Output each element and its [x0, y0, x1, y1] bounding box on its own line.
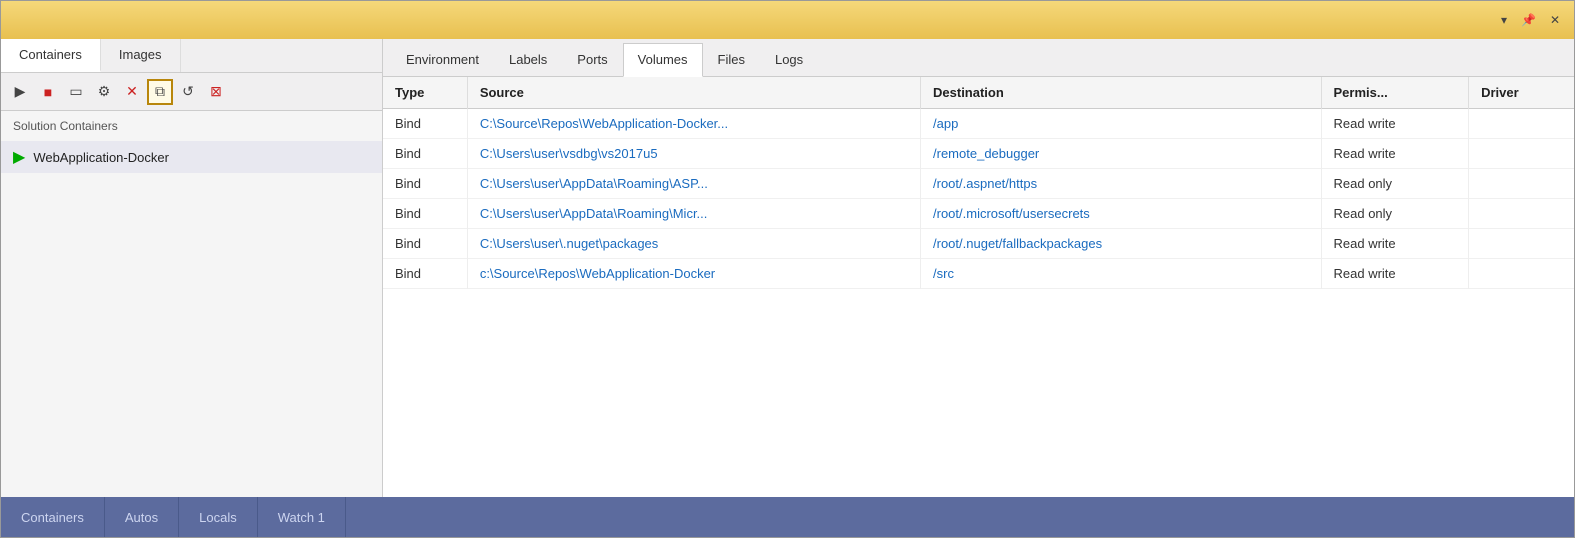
- destination-link[interactable]: /root/.nuget/fallbackpackages: [933, 236, 1102, 251]
- bottom-tab-autos[interactable]: Autos: [105, 497, 179, 537]
- cell-type: Bind: [383, 109, 467, 139]
- table-header-row: Type Source Destination Permis... Driver: [383, 77, 1574, 109]
- tab-containers[interactable]: Containers: [1, 39, 101, 72]
- left-tab-bar: Containers Images: [1, 39, 382, 73]
- cell-permissions: Read write: [1321, 109, 1469, 139]
- cell-driver: [1469, 139, 1574, 169]
- container-name: WebApplication-Docker: [33, 150, 169, 165]
- prune-button[interactable]: ⊠: [203, 79, 229, 105]
- right-tab-bar: Environment Labels Ports Volumes Files L…: [383, 39, 1574, 77]
- table-row: Bind c:\Source\Repos\WebApplication-Docke…: [383, 259, 1574, 289]
- cell-type: Bind: [383, 199, 467, 229]
- cell-source[interactable]: C:\Source\Repos\WebApplication-Docker...: [467, 109, 920, 139]
- tab-images[interactable]: Images: [101, 39, 181, 72]
- bottom-tab-containers[interactable]: Containers: [1, 497, 105, 537]
- refresh-button[interactable]: ↺: [175, 79, 201, 105]
- cell-type: Bind: [383, 169, 467, 199]
- cell-source[interactable]: C:\Users\user\.nuget\packages: [467, 229, 920, 259]
- cell-permissions: Read only: [1321, 169, 1469, 199]
- cell-permissions: Read write: [1321, 229, 1469, 259]
- source-link[interactable]: C:\Users\user\vsdbg\vs2017u5: [480, 146, 658, 161]
- col-header-type[interactable]: Type: [383, 77, 467, 109]
- play-button[interactable]: ▶: [7, 79, 33, 105]
- cell-destination[interactable]: /remote_debugger: [921, 139, 1322, 169]
- col-header-driver[interactable]: Driver: [1469, 77, 1574, 109]
- source-link[interactable]: C:\Source\Repos\WebApplication-Docker...: [480, 116, 728, 131]
- settings-button[interactable]: ⚙: [91, 79, 117, 105]
- toolbar: ▶ ■ ▭ ⚙ ✕ ⧉ ↺ ⊠: [1, 73, 382, 111]
- destination-link[interactable]: /root/.aspnet/https: [933, 176, 1037, 191]
- running-icon: ▶: [13, 147, 25, 167]
- col-header-permissions[interactable]: Permis...: [1321, 77, 1469, 109]
- source-link[interactable]: C:\Users\user\.nuget\packages: [480, 236, 658, 251]
- cell-permissions: Read write: [1321, 139, 1469, 169]
- container-item[interactable]: ▶ WebApplication-Docker: [1, 141, 382, 173]
- cell-driver: [1469, 169, 1574, 199]
- close-icon[interactable]: ✕: [1546, 11, 1564, 29]
- delete-button[interactable]: ✕: [119, 79, 145, 105]
- cell-driver: [1469, 229, 1574, 259]
- bottom-tab-locals[interactable]: Locals: [179, 497, 258, 537]
- cell-source[interactable]: C:\Users\user\AppData\Roaming\Micr...: [467, 199, 920, 229]
- cell-destination[interactable]: /src: [921, 259, 1322, 289]
- bottom-tab-watch1[interactable]: Watch 1: [258, 497, 346, 537]
- cell-driver: [1469, 109, 1574, 139]
- tab-environment[interactable]: Environment: [391, 43, 494, 76]
- pin-icon[interactable]: 📌: [1517, 11, 1540, 29]
- cell-source[interactable]: C:\Users\user\AppData\Roaming\ASP...: [467, 169, 920, 199]
- cell-destination[interactable]: /app: [921, 109, 1322, 139]
- cell-permissions: Read write: [1321, 259, 1469, 289]
- copy-button[interactable]: ⧉: [147, 79, 173, 105]
- source-link[interactable]: C:\Users\user\AppData\Roaming\Micr...: [480, 206, 708, 221]
- source-link[interactable]: c:\Source\Repos\WebApplication-Docker: [480, 266, 715, 281]
- source-link[interactable]: C:\Users\user\AppData\Roaming\ASP...: [480, 176, 708, 191]
- col-header-destination[interactable]: Destination: [921, 77, 1322, 109]
- title-bar-controls: ▾ 📌 ✕: [1497, 11, 1564, 29]
- tab-volumes[interactable]: Volumes: [623, 43, 703, 77]
- cell-type: Bind: [383, 229, 467, 259]
- solution-containers-label: Solution Containers: [1, 111, 382, 141]
- destination-link[interactable]: /src: [933, 266, 954, 281]
- table-row: Bind C:\Users\user\AppData\Roaming\ASP...…: [383, 169, 1574, 199]
- destination-link[interactable]: /app: [933, 116, 958, 131]
- tab-ports[interactable]: Ports: [562, 43, 622, 76]
- tab-labels[interactable]: Labels: [494, 43, 562, 76]
- right-panel: Environment Labels Ports Volumes Files L…: [383, 39, 1574, 497]
- destination-link[interactable]: /root/.microsoft/usersecrets: [933, 206, 1090, 221]
- terminal-button[interactable]: ▭: [63, 79, 89, 105]
- main-content: Containers Images ▶ ■ ▭ ⚙ ✕ ⧉ ↺ ⊠ Soluti…: [1, 39, 1574, 497]
- cell-permissions: Read only: [1321, 199, 1469, 229]
- volumes-table-container: Type Source Destination Permis... Driver…: [383, 77, 1574, 497]
- cell-destination[interactable]: /root/.aspnet/https: [921, 169, 1322, 199]
- main-window: ▾ 📌 ✕ Containers Images ▶ ■ ▭ ⚙ ✕ ⧉ ↺ ⊠: [0, 0, 1575, 538]
- table-row: Bind C:\Source\Repos\WebApplication-Docke…: [383, 109, 1574, 139]
- table-row: Bind C:\Users\user\.nuget\packages/root/.…: [383, 229, 1574, 259]
- destination-link[interactable]: /remote_debugger: [933, 146, 1039, 161]
- cell-driver: [1469, 199, 1574, 229]
- tab-files[interactable]: Files: [703, 43, 760, 76]
- cell-type: Bind: [383, 139, 467, 169]
- tab-logs[interactable]: Logs: [760, 43, 818, 76]
- cell-driver: [1469, 259, 1574, 289]
- cell-source[interactable]: c:\Source\Repos\WebApplication-Docker: [467, 259, 920, 289]
- table-row: Bind C:\Users\user\vsdbg\vs2017u5/remote_…: [383, 139, 1574, 169]
- dropdown-icon[interactable]: ▾: [1497, 11, 1511, 29]
- cell-source[interactable]: C:\Users\user\vsdbg\vs2017u5: [467, 139, 920, 169]
- cell-destination[interactable]: /root/.microsoft/usersecrets: [921, 199, 1322, 229]
- title-bar: ▾ 📌 ✕: [1, 1, 1574, 39]
- table-row: Bind C:\Users\user\AppData\Roaming\Micr..…: [383, 199, 1574, 229]
- volumes-table: Type Source Destination Permis... Driver…: [383, 77, 1574, 289]
- stop-button[interactable]: ■: [35, 79, 61, 105]
- col-header-source[interactable]: Source: [467, 77, 920, 109]
- left-panel: Containers Images ▶ ■ ▭ ⚙ ✕ ⧉ ↺ ⊠ Soluti…: [1, 39, 383, 497]
- cell-destination[interactable]: /root/.nuget/fallbackpackages: [921, 229, 1322, 259]
- bottom-bar: Containers Autos Locals Watch 1: [1, 497, 1574, 537]
- cell-type: Bind: [383, 259, 467, 289]
